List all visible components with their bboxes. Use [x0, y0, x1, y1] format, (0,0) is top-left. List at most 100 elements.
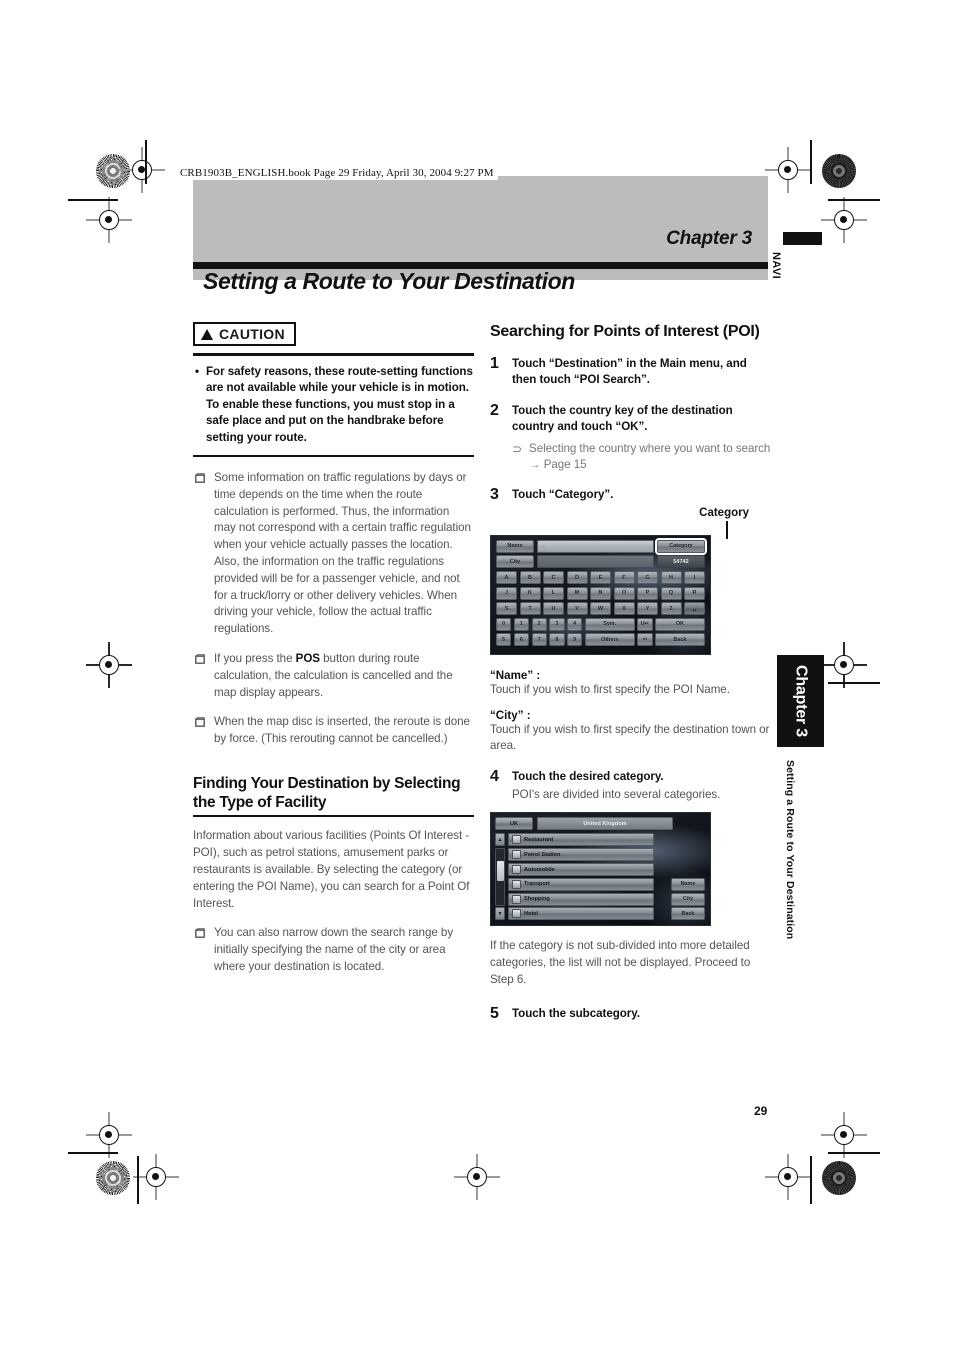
cross-reference-text: Selecting the country where you want to …	[529, 441, 771, 472]
list-item[interactable]: Shopping	[508, 892, 654, 906]
list-scrollbar[interactable]: ▲ ▼	[495, 833, 505, 921]
key-K[interactable]: K	[519, 586, 541, 600]
ok-key[interactable]: OK	[655, 617, 705, 631]
name-entry-field[interactable]: ...	[537, 539, 654, 553]
list-item[interactable]: Transport	[508, 877, 654, 891]
key-P[interactable]: P	[637, 586, 658, 600]
chapter-label: Chapter 3	[666, 228, 752, 249]
name-key[interactable]: Name	[671, 877, 705, 891]
print-starburst-bottomleft	[96, 1161, 130, 1195]
result-count: 54742	[657, 555, 705, 569]
symbol-key[interactable]: Sym.	[584, 617, 635, 631]
navi-tab-label: NAVI	[770, 252, 782, 280]
key-G[interactable]: G	[637, 571, 658, 585]
scroll-up-icon[interactable]: ▲	[495, 833, 505, 847]
key-1[interactable]: 1	[513, 617, 529, 631]
category-list-header: UK United Kingdom	[495, 817, 705, 831]
term-name-label: “Name” :	[490, 668, 541, 682]
city-entry-field[interactable]	[537, 555, 654, 569]
key-J[interactable]: J	[496, 586, 517, 600]
scroll-down-icon[interactable]: ▼	[495, 907, 505, 921]
category-list-side-keys: Name City Back	[657, 833, 705, 921]
back-key[interactable]: Back	[671, 907, 705, 921]
others-key[interactable]: Others	[584, 633, 635, 647]
list-item[interactable]: Automobile	[508, 863, 654, 877]
book-file-path: CRB1903B_ENGLISH.book Page 29 Friday, Ap…	[178, 166, 498, 180]
key-6[interactable]: 6	[513, 633, 529, 647]
scroll-track[interactable]	[495, 847, 505, 906]
city-key[interactable]: City	[671, 892, 705, 906]
note-text-pre: If you press the	[214, 652, 296, 665]
keyboard-row-5: 5 6 7 8 9 Others ⇦ Back	[496, 633, 705, 647]
key-N[interactable]: N	[590, 586, 611, 600]
key-L[interactable]: L	[543, 586, 564, 600]
print-starburst-bottomright	[822, 1161, 856, 1195]
transport-icon	[512, 879, 521, 889]
key-X[interactable]: X	[613, 602, 635, 616]
keyboard-row-1: A B C D E F G H I	[496, 571, 705, 585]
key-7[interactable]: 7	[531, 633, 547, 647]
city-key[interactable]: City	[496, 555, 534, 569]
automobile-icon	[512, 865, 521, 875]
step-number: 5	[490, 1004, 499, 1022]
key-4[interactable]: 4	[567, 617, 583, 631]
key-V[interactable]: V	[566, 602, 588, 616]
list-item[interactable]: Hotel	[508, 907, 654, 921]
key-space[interactable]: ␣	[684, 602, 705, 616]
term-city-description: Touch if you wish to first specify the d…	[490, 722, 770, 753]
key-Y[interactable]: Y	[637, 602, 658, 616]
key-C[interactable]: C	[543, 571, 564, 585]
keyboard-city-row: City 54742	[496, 555, 705, 569]
key-O[interactable]: O	[613, 586, 635, 600]
key-2[interactable]: 2	[531, 617, 547, 631]
trim-line-bottom-left	[137, 1156, 139, 1204]
facility-section: Finding Your Destination by Selecting th…	[193, 774, 474, 976]
scroll-thumb[interactable]	[496, 861, 504, 882]
country-key[interactable]: UK	[495, 817, 533, 831]
section-heading-poi: Searching for Points of Interest (POI)	[490, 323, 760, 340]
key-A[interactable]: A	[496, 571, 517, 585]
key-W[interactable]: W	[590, 602, 611, 616]
key-T[interactable]: T	[519, 602, 541, 616]
key-B[interactable]: B	[519, 571, 541, 585]
key-3[interactable]: 3	[549, 617, 565, 631]
list-item-label: Restaurant	[524, 836, 554, 843]
trim-line-top-left	[145, 140, 147, 184]
list-item-label: Transport	[524, 881, 550, 888]
country-title: United Kingdom	[537, 817, 673, 831]
registration-mark-bottomright-b	[765, 1154, 811, 1200]
key-I[interactable]: I	[684, 571, 705, 585]
name-key[interactable]: Name	[496, 539, 534, 553]
trim-line-right-mid	[828, 682, 880, 684]
note-text: Some information on traffic regulations …	[214, 471, 471, 636]
key-S[interactable]: S	[496, 602, 517, 616]
step-number: 1	[490, 355, 499, 372]
category-key[interactable]: Category	[655, 537, 707, 555]
registration-mark-left-mid	[86, 642, 132, 688]
key-M[interactable]: M	[566, 586, 588, 600]
backspace-key[interactable]: ⇦	[637, 633, 653, 647]
key-F[interactable]: F	[613, 571, 635, 585]
key-Q[interactable]: Q	[660, 586, 682, 600]
shift-up-key[interactable]: U↵	[637, 617, 653, 631]
list-item-label: Petrol Station	[524, 851, 561, 858]
key-0[interactable]: 0	[496, 617, 512, 631]
list-item[interactable]: Restaurant	[508, 833, 654, 847]
key-R[interactable]: R	[684, 586, 705, 600]
key-U[interactable]: U	[543, 602, 564, 616]
key-H[interactable]: H	[660, 571, 682, 585]
step-text: Touch “Category”.	[512, 488, 614, 502]
petrol-station-icon	[512, 850, 521, 860]
key-5[interactable]: 5	[496, 633, 512, 647]
print-starburst-topright	[822, 154, 856, 188]
screenshot-category-list: UK United Kingdom ▲ ▼ Restaurant Petrol …	[490, 812, 711, 927]
list-item[interactable]: Petrol Station	[508, 848, 654, 862]
key-Z[interactable]: Z	[660, 602, 682, 616]
key-E[interactable]: E	[590, 571, 611, 585]
back-key[interactable]: Back	[655, 633, 705, 647]
key-D[interactable]: D	[566, 571, 588, 585]
key-8[interactable]: 8	[549, 633, 565, 647]
step-5: 5 Touch the subcategory.	[490, 1004, 771, 1022]
section-heading-rule	[193, 814, 474, 818]
key-9[interactable]: 9	[567, 633, 583, 647]
